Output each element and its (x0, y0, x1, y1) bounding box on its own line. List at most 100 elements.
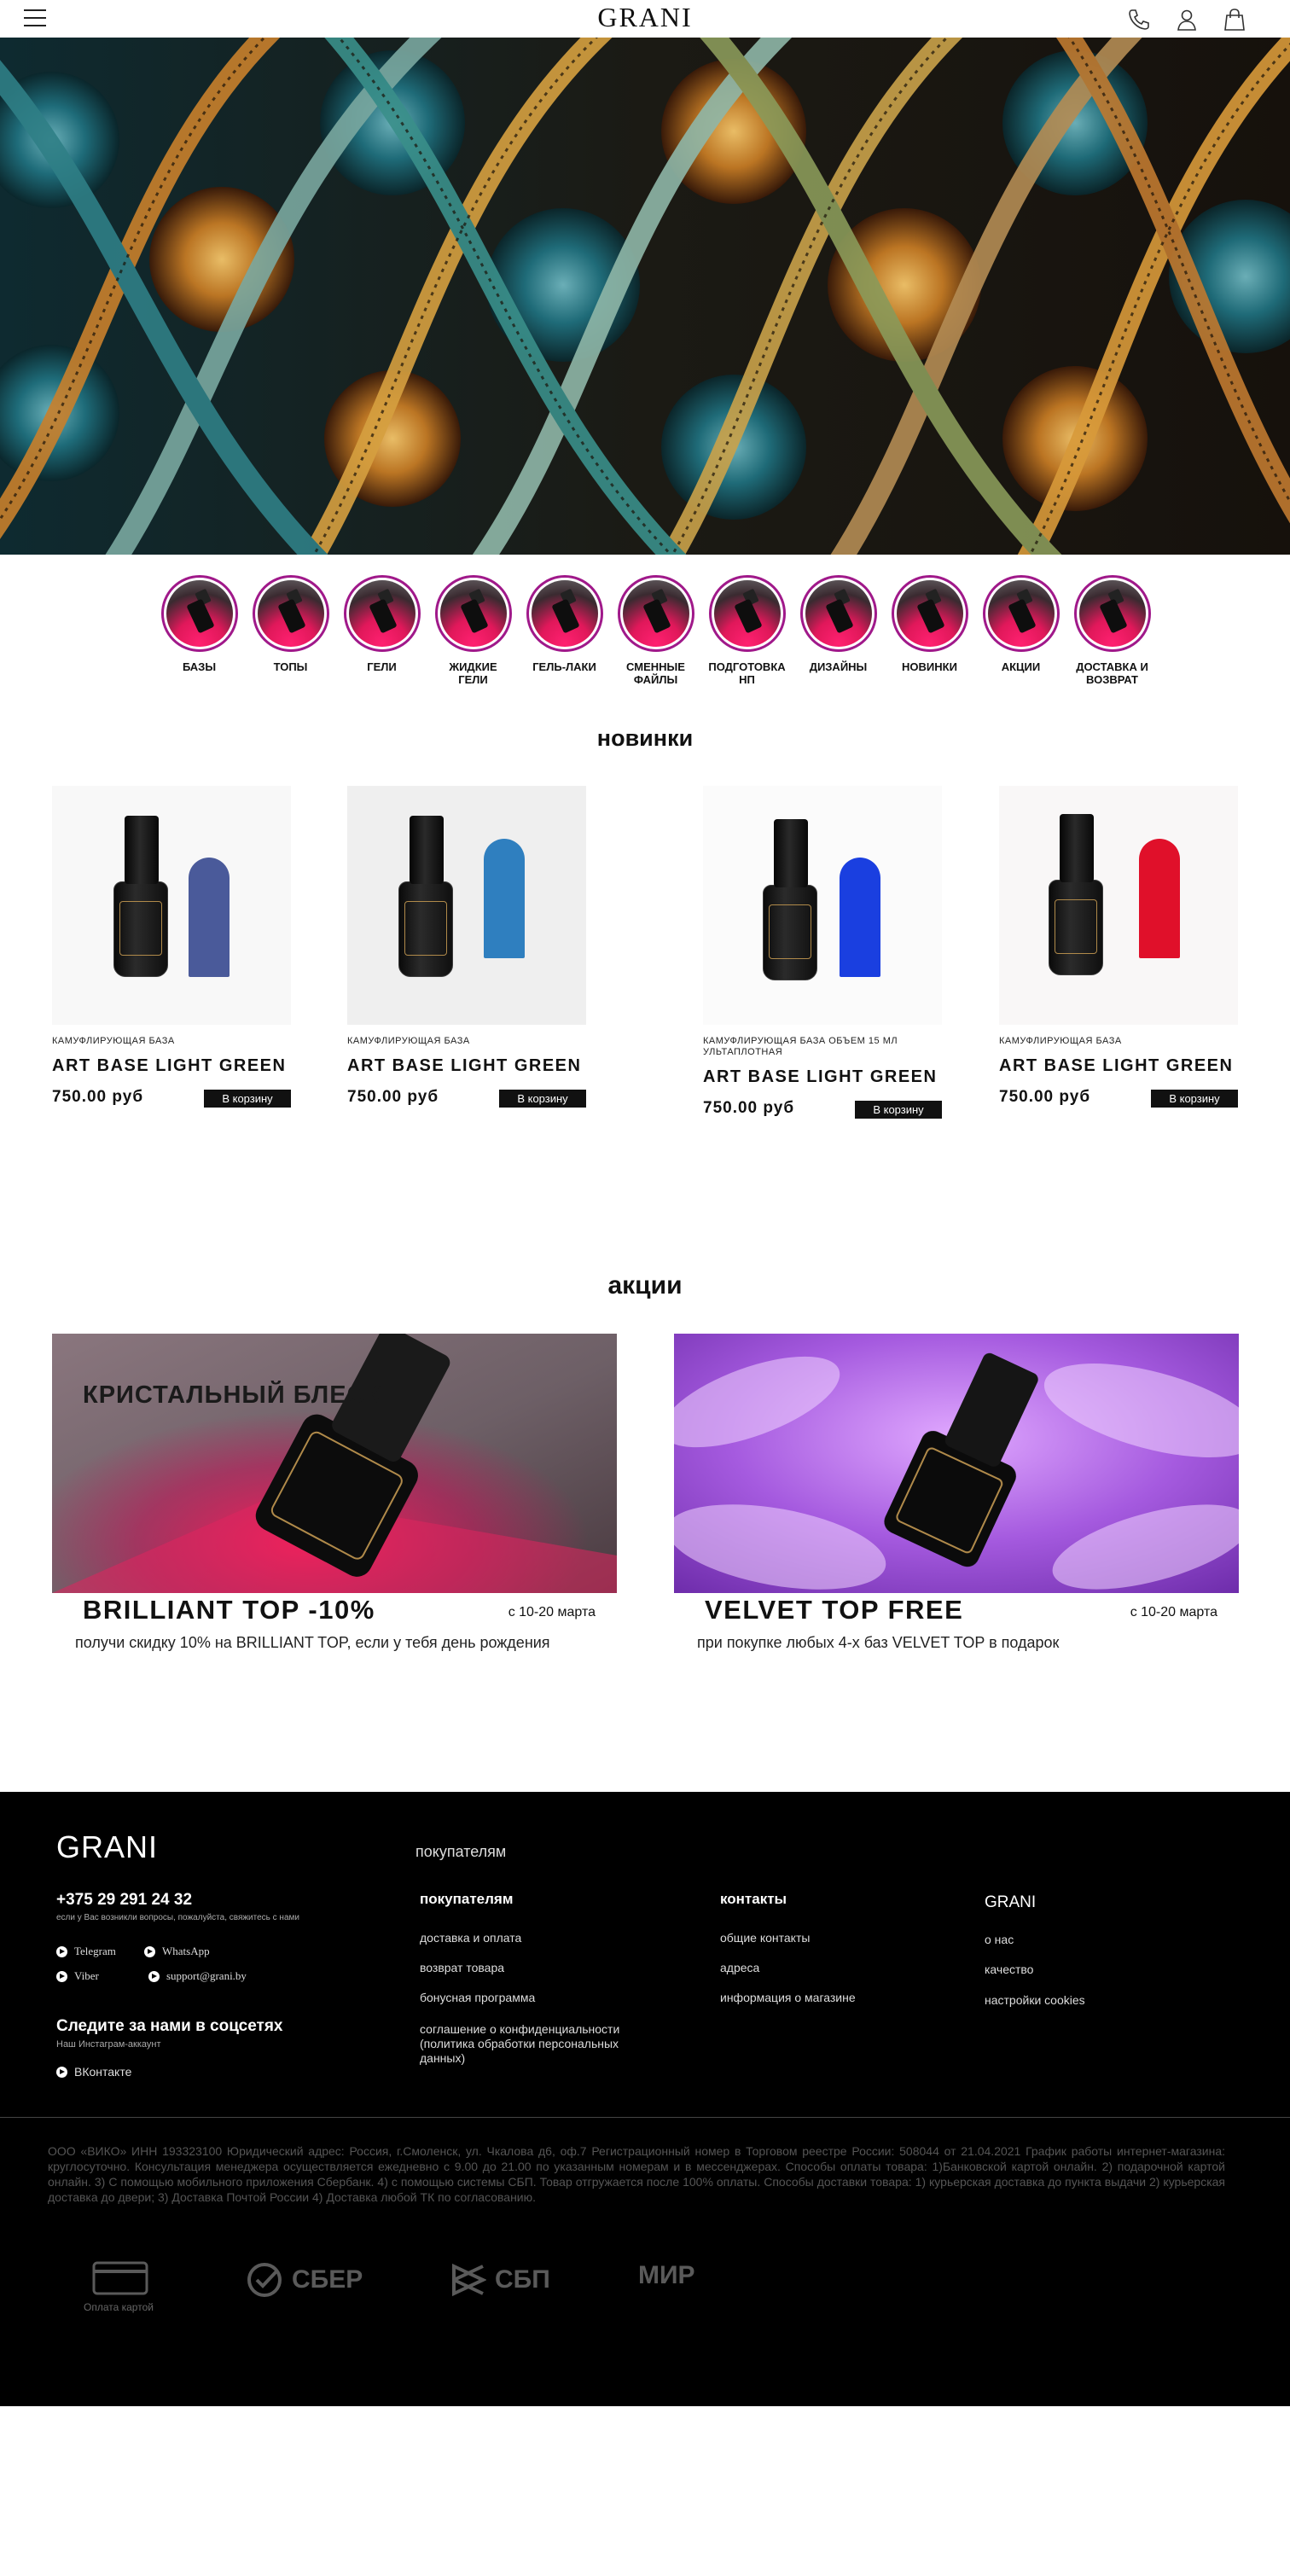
bag-icon[interactable] (1222, 7, 1247, 32)
viber-icon (56, 1970, 67, 1982)
footer-link-quality[interactable]: качество (985, 1963, 1033, 1977)
footer-link-contacts[interactable]: общие контакты (720, 1931, 810, 1945)
promo-image[interactable]: КРИСТАЛЬНЫЙ БЛЕСК (52, 1334, 617, 1593)
telegram-link[interactable]: Telegram (56, 1945, 116, 1958)
nail-swatch (840, 858, 880, 977)
vk-icon (56, 2066, 67, 2078)
footer-divider (0, 2117, 1290, 2118)
category-item[interactable]: ЖИДКИЕ ГЕЛИ (427, 575, 519, 686)
new-section-title: новинки (596, 725, 694, 751)
footer-link-about[interactable]: о нас (985, 1933, 1014, 1947)
viber-link[interactable]: Viber (56, 1969, 99, 1983)
payment-card (92, 2261, 148, 2295)
mir-label: МИР (638, 2261, 695, 2289)
product-card[interactable]: КАМУФЛИРУЮЩАЯ БАЗА ОБЪЕМ 15 МЛ УЛЬТАПЛОТ… (703, 786, 942, 1119)
product-price: 750.00 руб (703, 1099, 795, 1117)
user-icon[interactable] (1174, 7, 1200, 32)
category-image (160, 575, 238, 652)
sbp-icon (452, 2263, 486, 2297)
promo-title[interactable]: BRILLIANT TOP -10% (83, 1595, 375, 1625)
product-card[interactable]: КАМУФЛИРУЮЩАЯ БАЗА ART BASE LIGHT GREEN … (347, 786, 586, 1108)
category-label: ДОСТАВКА И ВОЗВРАТ (1076, 660, 1148, 686)
footer-link-store-info[interactable]: информация о магазине (720, 1991, 856, 2005)
nail-swatch (484, 839, 525, 958)
category-item[interactable]: БАЗЫ (154, 575, 245, 686)
category-item[interactable]: ДОСТАВКА И ВОЗВРАТ (1066, 575, 1158, 686)
promo-card[interactable]: КРИСТАЛЬНЫЙ БЛЕСК BRILLIANT TOP -10% с 1… (52, 1334, 617, 1651)
promo-date: с 10-20 марта (508, 1605, 596, 1619)
payment-sber: СБЕР (246, 2261, 363, 2299)
product-name[interactable]: ART BASE LIGHT GREEN (703, 1067, 942, 1087)
promo-image[interactable] (674, 1334, 1239, 1593)
category-image (799, 575, 877, 652)
product-image[interactable] (347, 786, 586, 1025)
promo-description: при покупке любых 4-х баз VELVET TOP в п… (697, 1634, 1060, 1651)
product-price: 750.00 руб (52, 1088, 144, 1106)
sber-label: СБЕР (292, 2265, 363, 2294)
footer-legal-text: ООО «ВИКО» ИНН 193323100 Юридический адр… (48, 2144, 1225, 2204)
add-to-cart-button[interactable]: В корзину (855, 1101, 942, 1119)
category-item[interactable]: ПОДГОТОВКА НП (701, 575, 793, 686)
product-subtitle: КАМУФЛИРУЮЩАЯ БАЗА (999, 1036, 1122, 1046)
category-label: НОВИНКИ (902, 660, 957, 673)
category-label: АКЦИИ (1001, 660, 1041, 673)
category-label: ПОДГОТОВКА НП (708, 660, 786, 686)
product-name[interactable]: ART BASE LIGHT GREEN (999, 1056, 1238, 1076)
product-name[interactable]: ART BASE LIGHT GREEN (52, 1056, 291, 1076)
footer-phone[interactable]: +375 29 291 24 32 (56, 1891, 192, 1910)
hero-banner (0, 38, 1290, 555)
card-payment-note: Оплата картой (84, 2301, 154, 2313)
category-label: ГЕЛИ (367, 660, 397, 673)
category-image (617, 575, 694, 652)
category-item[interactable]: ГЕЛИ (336, 575, 427, 686)
footer-link-privacy[interactable]: соглашение о конфиденциальности (политик… (420, 2022, 650, 2066)
sbp-label: СБП (495, 2265, 550, 2294)
payment-sbp: СБП (450, 2261, 550, 2299)
footer-link-delivery[interactable]: доставка и оплата (420, 1931, 521, 1945)
header-icons (1126, 7, 1247, 32)
footer-link-addresses[interactable]: адреса (720, 1961, 759, 1975)
footer-phone-note: если у Вас возникли вопросы, пожалуйста,… (56, 1913, 299, 1922)
category-item[interactable]: ДИЗАЙНЫ (793, 575, 884, 686)
email-link[interactable]: support@grani.by (148, 1969, 247, 1983)
phone-icon[interactable] (1126, 7, 1152, 32)
category-item[interactable]: НОВИНКИ (884, 575, 975, 686)
product-card[interactable]: КАМУФЛИРУЮЩАЯ БАЗА ART BASE LIGHT GREEN … (999, 786, 1238, 1108)
footer-link-bonus[interactable]: бонусная программа (420, 1991, 535, 2005)
promo-title[interactable]: VELVET TOP FREE (705, 1595, 963, 1625)
nail-swatch (189, 858, 230, 977)
category-item[interactable]: ГЕЛЬ-ЛАКИ (519, 575, 610, 686)
category-label: ДИЗАЙНЫ (809, 660, 868, 673)
vk-link[interactable]: ВКонтакте (56, 2065, 131, 2079)
product-name[interactable]: ART BASE LIGHT GREEN (347, 1056, 586, 1076)
category-image (891, 575, 968, 652)
category-label: БАЗЫ (182, 660, 217, 673)
whatsapp-link[interactable]: WhatsApp (144, 1945, 210, 1958)
nail-swatch (1139, 839, 1180, 958)
add-to-cart-button[interactable]: В корзину (499, 1090, 586, 1108)
category-item[interactable]: ТОПЫ (245, 575, 336, 686)
promo-section-title: акции (607, 1271, 683, 1300)
social-note[interactable]: Наш Инстаграм-аккаунт (56, 2039, 161, 2050)
product-image[interactable] (52, 786, 291, 1025)
promo-card[interactable]: VELVET TOP FREE с 10-20 марта при покупк… (674, 1334, 1239, 1651)
product-image[interactable] (703, 786, 942, 1025)
product-subtitle: КАМУФЛИРУЮЩАЯ БАЗА ОБЪЕМ 15 МЛ УЛЬТАПЛОТ… (703, 1036, 898, 1057)
product-price: 750.00 руб (347, 1088, 439, 1106)
product-card[interactable]: КАМУФЛИРУЮЩАЯ БАЗА ART BASE LIGHT GREEN … (52, 786, 291, 1108)
category-item[interactable]: СМЕННЫЕ ФАЙЛЫ (610, 575, 701, 686)
product-subtitle: КАМУФЛИРУЮЩАЯ БАЗА (52, 1036, 175, 1046)
site-logo[interactable]: GRANI (0, 2, 1290, 33)
payment-mir: МИР (638, 2261, 695, 2290)
telegram-icon (56, 1945, 67, 1957)
add-to-cart-button[interactable]: В корзину (1151, 1090, 1238, 1108)
footer-link-returns[interactable]: возврат товара (420, 1961, 504, 1975)
footer-logo[interactable]: GRANI (56, 1829, 158, 1865)
site-header: GRANI (0, 0, 1290, 38)
product-image[interactable] (999, 786, 1238, 1025)
category-image (982, 575, 1060, 652)
category-label: ГЕЛЬ-ЛАКИ (532, 660, 596, 673)
footer-link-cookies[interactable]: настройки cookies (985, 1993, 1085, 2008)
category-item[interactable]: АКЦИИ (975, 575, 1066, 686)
add-to-cart-button[interactable]: В корзину (204, 1090, 291, 1108)
